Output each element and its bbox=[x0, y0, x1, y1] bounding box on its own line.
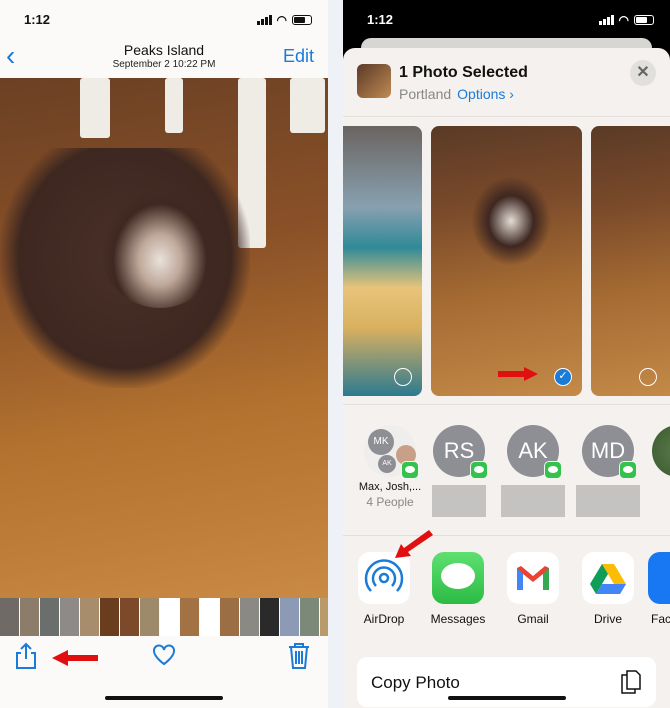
signal-icon bbox=[256, 15, 272, 25]
app-drive[interactable]: Drive bbox=[577, 552, 639, 626]
photo-date: September 2 10:22 PM bbox=[112, 59, 216, 70]
thumbnail[interactable] bbox=[280, 598, 299, 636]
signal-icon bbox=[598, 15, 614, 25]
red-arrow-annotation bbox=[52, 650, 98, 666]
battery-icon bbox=[292, 15, 312, 25]
share-sheet: 1 Photo Selected Portland Options › ✕ ✓ M… bbox=[343, 48, 670, 708]
close-icon: ✕ bbox=[636, 64, 650, 81]
person-contact[interactable]: RS bbox=[424, 425, 494, 517]
photo-option[interactable] bbox=[343, 126, 422, 396]
action-label: Copy Photo bbox=[371, 673, 460, 692]
app-label: Drive bbox=[593, 612, 622, 626]
selected-photo-thumbnail bbox=[357, 64, 391, 98]
thumbnail[interactable] bbox=[240, 598, 259, 636]
redacted-name bbox=[432, 485, 486, 517]
status-bar: 1:12 ◠ bbox=[343, 0, 670, 38]
options-button[interactable]: Options › bbox=[457, 86, 514, 102]
messages-badge-icon bbox=[470, 461, 488, 479]
thumbnail[interactable] bbox=[120, 598, 139, 636]
avatar: RS bbox=[433, 425, 488, 479]
thumbnail[interactable] bbox=[260, 598, 279, 636]
red-arrow-annotation bbox=[498, 367, 538, 381]
person-contact-group[interactable]: MK AK Max, Josh,... 4 People bbox=[355, 425, 425, 509]
thumbnail[interactable] bbox=[100, 598, 119, 636]
app-label: AirDrop bbox=[363, 612, 405, 626]
divider bbox=[343, 116, 670, 117]
app-airdrop[interactable]: AirDrop bbox=[353, 552, 415, 626]
close-button[interactable]: ✕ bbox=[630, 60, 656, 86]
messages-badge-icon bbox=[619, 461, 637, 479]
photo-option[interactable] bbox=[591, 126, 670, 396]
status-bar: 1:12 ◠ bbox=[0, 0, 328, 38]
app-label: Fac bbox=[651, 612, 670, 626]
thumbnail[interactable] bbox=[80, 598, 99, 636]
share-icon bbox=[16, 642, 36, 669]
messages-icon bbox=[432, 552, 484, 604]
status-icons: ◠ bbox=[256, 13, 312, 27]
thumbnail[interactable] bbox=[180, 598, 199, 636]
thumbnail[interactable] bbox=[220, 598, 239, 636]
facebook-icon bbox=[648, 552, 670, 604]
status-icons: ◠ bbox=[598, 13, 654, 27]
select-circle[interactable] bbox=[639, 368, 657, 386]
app-label: Gmail bbox=[517, 612, 549, 626]
app-facebook[interactable]: Fac bbox=[643, 552, 670, 626]
avatar: MD bbox=[582, 425, 637, 479]
photo-option-selected[interactable]: ✓ bbox=[431, 126, 582, 396]
redacted-name bbox=[501, 485, 565, 517]
select-circle[interactable] bbox=[394, 368, 412, 386]
main-photo[interactable] bbox=[0, 78, 328, 598]
thumbnail[interactable] bbox=[20, 598, 39, 636]
avatar bbox=[652, 425, 670, 477]
photos-app-panel: 1:12 ◠ ‹ Peaks Island September 2 10:22 … bbox=[0, 0, 328, 708]
gmail-icon bbox=[507, 552, 559, 604]
group-avatar: MK AK bbox=[364, 425, 419, 479]
favorite-button[interactable] bbox=[152, 644, 176, 672]
bottom-toolbar bbox=[0, 640, 328, 680]
thumbnail[interactable] bbox=[140, 598, 159, 636]
delete-button[interactable] bbox=[288, 642, 310, 676]
wifi-icon: ◠ bbox=[618, 13, 629, 27]
status-time: 1:12 bbox=[367, 12, 394, 27]
album-title: Peaks Island bbox=[123, 42, 205, 58]
person-contact[interactable]: Za Kir bbox=[643, 425, 670, 509]
person-contact[interactable]: MD bbox=[573, 425, 643, 517]
thumbnail[interactable] bbox=[300, 598, 319, 636]
thumbnail[interactable] bbox=[0, 598, 19, 636]
nav-bar: ‹ Peaks Island September 2 10:22 PM Edit bbox=[0, 38, 328, 78]
person-name: Max, Josh,... bbox=[358, 481, 422, 493]
redacted-name bbox=[576, 485, 640, 517]
checkmark-icon[interactable]: ✓ bbox=[554, 368, 572, 386]
person-sub: 4 People bbox=[366, 495, 414, 509]
app-gmail[interactable]: Gmail bbox=[502, 552, 564, 626]
avatar: AK bbox=[507, 425, 562, 479]
person-contact[interactable]: AK bbox=[498, 425, 568, 517]
home-indicator bbox=[105, 696, 223, 700]
sheet-title: 1 Photo Selected bbox=[399, 64, 528, 81]
thumbnail[interactable] bbox=[320, 598, 328, 636]
app-label: Messages bbox=[430, 612, 486, 626]
thumbnail[interactable] bbox=[160, 598, 179, 636]
wifi-icon: ◠ bbox=[276, 13, 287, 27]
messages-badge-icon bbox=[544, 461, 562, 479]
edit-button[interactable]: Edit bbox=[283, 46, 314, 67]
thumbnail[interactable] bbox=[200, 598, 219, 636]
share-button[interactable] bbox=[14, 642, 38, 676]
messages-badge-icon bbox=[401, 461, 419, 479]
heart-icon bbox=[153, 644, 175, 666]
share-sheet-panel: 1:12 ◠ 1 Photo Selected Portland Options … bbox=[343, 0, 670, 708]
thumbnail-strip[interactable] bbox=[0, 598, 328, 636]
app-messages[interactable]: Messages bbox=[427, 552, 489, 626]
drive-icon bbox=[582, 552, 634, 604]
copy-icon bbox=[620, 669, 642, 701]
home-indicator bbox=[448, 696, 566, 700]
thumbnail[interactable] bbox=[60, 598, 79, 636]
battery-icon bbox=[634, 15, 654, 25]
thumbnail[interactable] bbox=[40, 598, 59, 636]
trash-icon bbox=[289, 643, 309, 669]
status-time: 1:12 bbox=[24, 12, 51, 27]
location-label: Portland bbox=[399, 86, 452, 102]
